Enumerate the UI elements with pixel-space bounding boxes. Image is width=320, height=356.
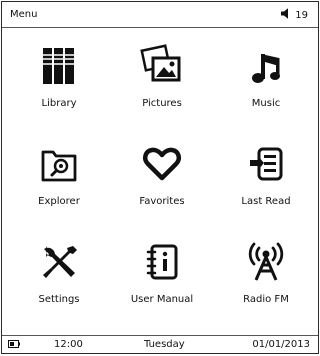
menu-item-last-read[interactable]: Last Read [214, 130, 318, 220]
library-icon [37, 44, 81, 88]
menu-item-label: Pictures [142, 98, 182, 109]
menu-item-music[interactable]: Music [214, 32, 318, 122]
menu-item-settings[interactable]: Settings [7, 228, 111, 318]
menu-item-radio-fm[interactable]: Radio FM [214, 228, 318, 318]
clock-time: 12:00 [54, 339, 83, 350]
current-date: 01/01/2013 [252, 339, 310, 350]
radio-icon [244, 240, 288, 284]
menu-item-favorites[interactable]: Favorites [110, 130, 214, 220]
volume-indicator[interactable]: 19 [281, 8, 308, 22]
menu-item-label: Favorites [139, 196, 185, 207]
menu-item-label: Settings [38, 294, 80, 305]
menu-item-user-manual[interactable]: User Manual [110, 228, 214, 318]
menu-item-label: Explorer [38, 196, 80, 207]
heart-icon [140, 142, 184, 186]
device-screen: Menu 19 Library Pictures Music Explorer … [1, 1, 319, 354]
settings-icon [37, 240, 81, 284]
status-bar: 12:00 Tuesday 01/01/2013 [2, 335, 318, 353]
menu-item-label: Library [41, 98, 77, 109]
pictures-icon [140, 44, 184, 88]
top-bar: Menu 19 [2, 2, 318, 28]
user-manual-icon [140, 240, 184, 284]
explorer-icon [37, 142, 81, 186]
volume-level: 19 [295, 9, 308, 21]
menu-item-label: Music [251, 98, 281, 109]
menu-item-label: User Manual [130, 294, 194, 305]
menu-item-library[interactable]: Library [7, 32, 111, 122]
day-of-week: Tuesday [144, 339, 185, 350]
menu-item-label: Radio FM [243, 294, 289, 305]
speaker-icon [281, 8, 293, 22]
page-title: Menu [10, 9, 38, 20]
menu-grid: Library Pictures Music Explorer Favorite… [2, 32, 318, 327]
menu-item-pictures[interactable]: Pictures [110, 32, 214, 122]
menu-item-label: Last Read [241, 196, 291, 207]
music-note-icon [244, 44, 288, 88]
last-read-icon [244, 142, 288, 186]
menu-item-explorer[interactable]: Explorer [7, 130, 111, 220]
battery-icon [8, 340, 20, 348]
